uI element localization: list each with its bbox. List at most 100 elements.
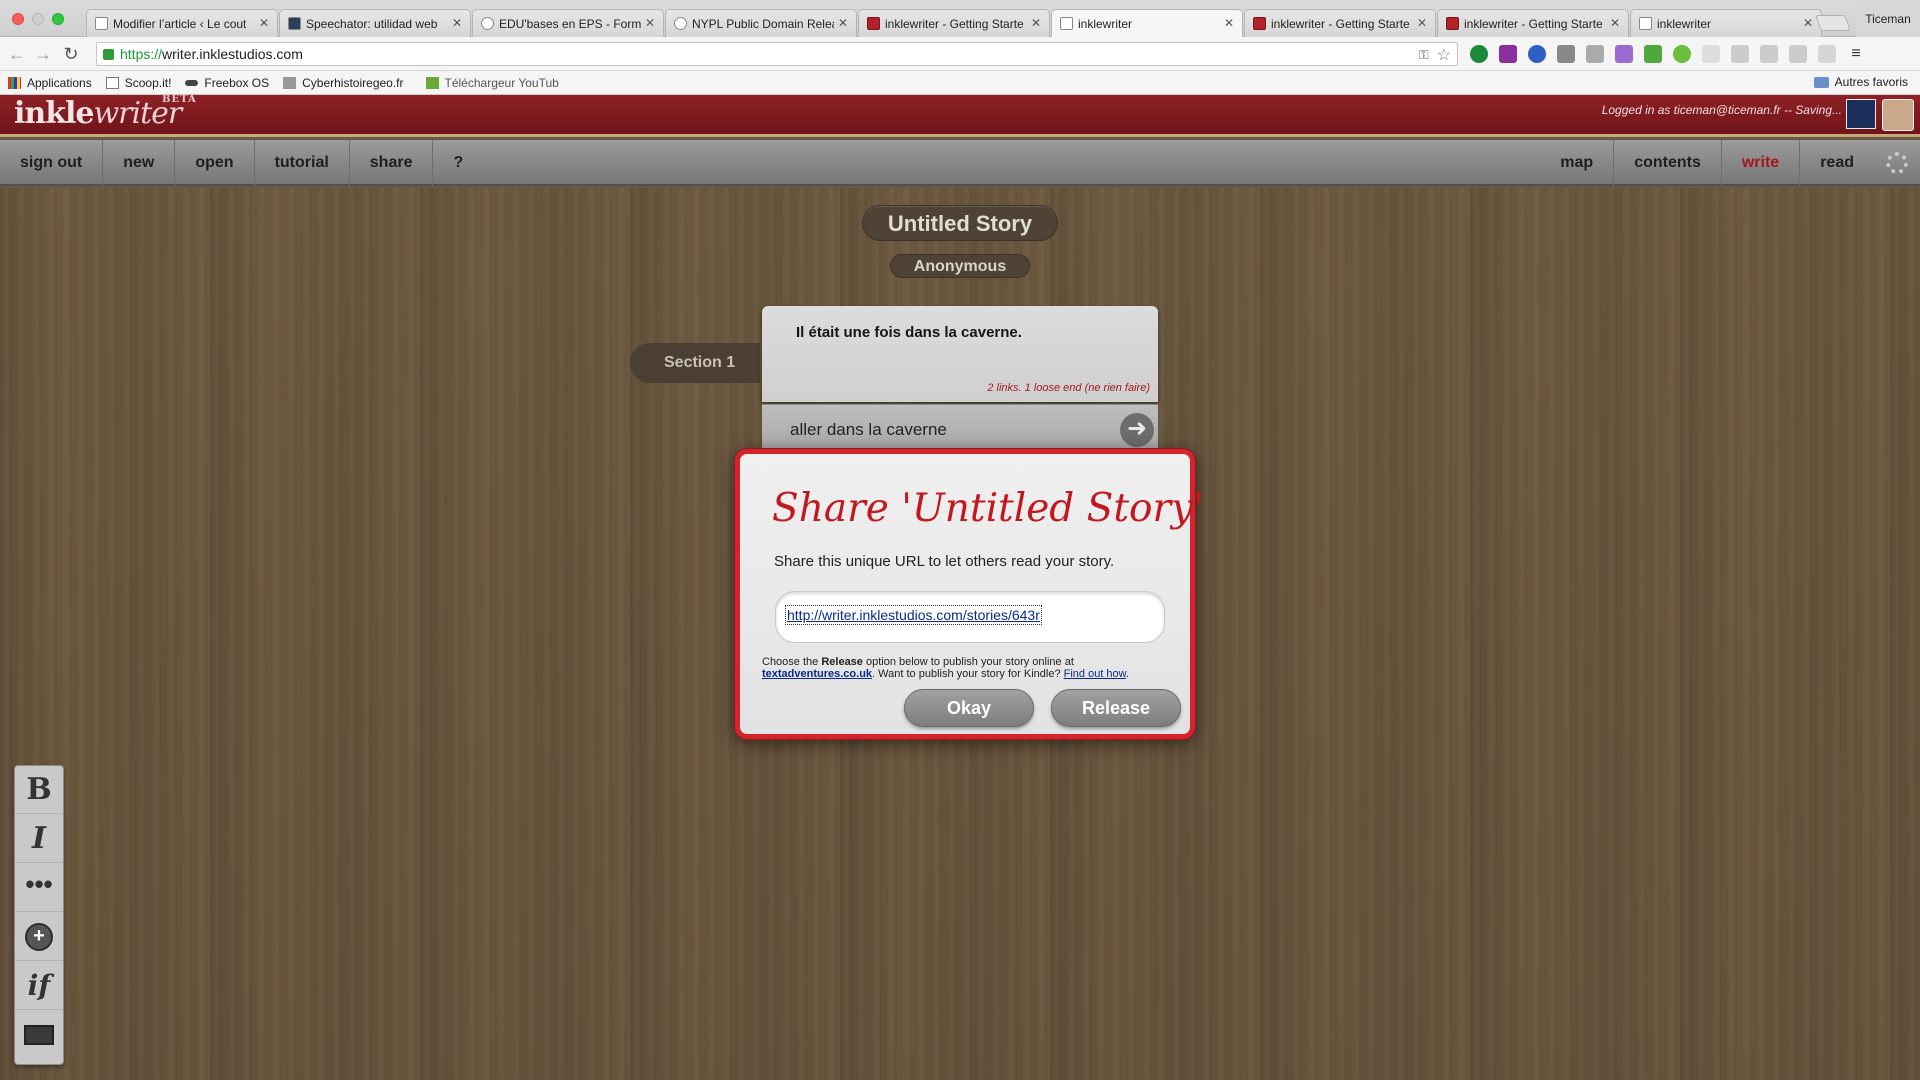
- browser-tab[interactable]: inklewriter ✕: [1630, 9, 1822, 37]
- extension-icon[interactable]: [1789, 45, 1807, 63]
- key-icon[interactable]: ⚿: [1419, 47, 1429, 63]
- share-url-field[interactable]: http://writer.inklestudios.com/stories/6…: [775, 591, 1165, 643]
- menu-new[interactable]: new: [103, 140, 176, 186]
- bookmark-item[interactable]: Téléchargeur YouTub: [425, 76, 559, 90]
- menu-contents[interactable]: contents: [1613, 140, 1721, 186]
- gear-icon[interactable]: [1886, 152, 1908, 174]
- new-tab-button[interactable]: [1815, 15, 1851, 31]
- close-tab-icon[interactable]: ✕: [1224, 17, 1234, 29]
- tab-title: inklewriter - Getting Starte: [885, 16, 1024, 31]
- add-button[interactable]: +: [15, 913, 63, 961]
- close-tab-icon[interactable]: ✕: [1417, 17, 1427, 29]
- extension-icon[interactable]: [1702, 45, 1720, 63]
- menu-left: sign out new open tutorial share ?: [0, 140, 483, 186]
- menu-share[interactable]: share: [350, 140, 434, 186]
- bookmark-item[interactable]: Freebox OS: [185, 76, 269, 90]
- rss-icon[interactable]: [1818, 45, 1836, 63]
- menu-help[interactable]: ?: [433, 140, 483, 186]
- menu-map[interactable]: map: [1540, 140, 1613, 186]
- address-bar[interactable]: https://writer.inklestudios.com ⚿ ☆: [96, 42, 1458, 66]
- close-window-button[interactable]: [12, 13, 24, 25]
- dialog-description: Share this unique URL to let others read…: [774, 553, 1115, 570]
- printer-icon[interactable]: [1644, 45, 1662, 63]
- arrow-right-icon[interactable]: ➜: [1120, 413, 1154, 447]
- browser-tab[interactable]: inklewriter - Getting Starte ✕: [1244, 9, 1436, 37]
- url-host: writer.inklestudios.com: [162, 46, 303, 62]
- cyber-icon: [283, 76, 297, 89]
- okay-button[interactable]: Okay: [904, 689, 1034, 727]
- onenote-icon[interactable]: [1499, 45, 1517, 63]
- browser-tab-active[interactable]: inklewriter ✕: [1051, 9, 1243, 37]
- speechator-icon: [288, 17, 301, 30]
- choice-text[interactable]: aller dans la caverne: [790, 420, 947, 440]
- close-tab-icon[interactable]: ✕: [838, 17, 848, 29]
- image-button[interactable]: [15, 1011, 63, 1059]
- bookmark-item[interactable]: Cyberhistoiregeo.fr: [283, 76, 404, 90]
- close-tab-icon[interactable]: ✕: [1031, 17, 1041, 29]
- close-tab-icon[interactable]: ✕: [452, 17, 462, 29]
- story-title[interactable]: Untitled Story: [862, 205, 1058, 241]
- reload-icon[interactable]: ↻: [60, 43, 82, 65]
- browser-tab[interactable]: Speechator: utilidad web ✕: [279, 9, 471, 37]
- italic-button[interactable]: I: [15, 815, 63, 863]
- profile-button[interactable]: Ticeman: [1856, 0, 1920, 37]
- paragraph-card[interactable]: Il était une fois dans la caverne. 2 lin…: [762, 306, 1158, 402]
- paragraph-meta: 2 links. 1 loose end (ne rien faire): [987, 382, 1150, 394]
- section-label[interactable]: Section 1: [630, 343, 760, 383]
- feather-icon[interactable]: [1615, 45, 1633, 63]
- paragraph-text[interactable]: Il était une fois dans la caverne.: [796, 324, 1022, 341]
- browser-tab[interactable]: NYPL Public Domain Relea ✕: [665, 9, 857, 37]
- nypl-icon: [674, 17, 687, 30]
- inklewriter-logo[interactable]: inklewriter BETA: [14, 94, 196, 131]
- extension-icon[interactable]: [1557, 45, 1575, 63]
- ellipsis-button[interactable]: •••: [15, 864, 63, 912]
- close-tab-icon[interactable]: ✕: [1803, 17, 1813, 29]
- share-url-link[interactable]: http://writer.inklestudios.com/stories/6…: [785, 605, 1042, 625]
- menu-open[interactable]: open: [175, 140, 255, 186]
- textadventures-link[interactable]: textadventures.co.uk: [762, 668, 872, 680]
- menu-read[interactable]: read: [1799, 140, 1874, 186]
- note-text: Choose the: [762, 656, 822, 668]
- menu-tutorial[interactable]: tutorial: [255, 140, 350, 186]
- browser-tab[interactable]: EDU'bases en EPS - Formu ✕: [472, 9, 664, 37]
- bookmark-apps[interactable]: Applications: [8, 76, 92, 90]
- tab-strip: Modifier l’article ‹ Le cout ✕ Speechator…: [86, 9, 1823, 37]
- k-extension-icon[interactable]: [1528, 45, 1546, 63]
- bookmark-item[interactable]: Scoop.it!: [105, 76, 171, 90]
- evernote-icon[interactable]: [1470, 45, 1488, 63]
- bold-button[interactable]: B: [15, 766, 63, 814]
- back-arrow-icon[interactable]: ←: [6, 43, 28, 65]
- future-voices-badge[interactable]: [1846, 99, 1876, 129]
- browser-tab[interactable]: Modifier l’article ‹ Le cout ✕: [86, 9, 278, 37]
- menu-write[interactable]: write: [1720, 140, 1799, 186]
- browser-tab[interactable]: inklewriter - Getting Starte ✕: [1437, 9, 1629, 37]
- avatar[interactable]: [1882, 99, 1914, 131]
- camera-icon[interactable]: [1586, 45, 1604, 63]
- menu-icon[interactable]: ≡: [1847, 45, 1865, 63]
- inkle-icon: [1446, 17, 1459, 30]
- condition-button[interactable]: if: [15, 962, 63, 1010]
- tab-title: inklewriter - Getting Starte: [1464, 16, 1603, 31]
- tab-title: Modifier l’article ‹ Le cout: [113, 16, 247, 31]
- other-bookmarks[interactable]: Autres favoris: [1813, 75, 1908, 89]
- page-icon: [105, 76, 119, 89]
- close-tab-icon[interactable]: ✕: [645, 17, 655, 29]
- release-button[interactable]: Release: [1051, 689, 1181, 727]
- choice-option[interactable]: aller dans la caverne ➜: [762, 404, 1158, 454]
- extension-icon[interactable]: [1731, 45, 1749, 63]
- close-tab-icon[interactable]: ✕: [1610, 17, 1620, 29]
- browser-tab[interactable]: inklewriter - Getting Starte ✕: [858, 9, 1050, 37]
- star-icon[interactable]: ☆: [1437, 45, 1451, 65]
- story-author[interactable]: Anonymous: [890, 254, 1030, 278]
- maximize-window-button[interactable]: [52, 13, 64, 25]
- extension-icon[interactable]: [1760, 45, 1778, 63]
- release-note: Choose the Release option below to publi…: [762, 656, 1182, 680]
- folder-icon: [1813, 76, 1829, 88]
- green-dot-icon[interactable]: [1673, 45, 1691, 63]
- close-tab-icon[interactable]: ✕: [259, 17, 269, 29]
- forward-arrow-icon[interactable]: →: [32, 43, 54, 65]
- find-out-how-link[interactable]: Find out how: [1064, 668, 1126, 680]
- browser-toolbar: ← → ↻ https://writer.inklestudios.com ⚿ …: [0, 37, 1920, 71]
- minimize-window-button[interactable]: [32, 13, 44, 25]
- menu-sign-out[interactable]: sign out: [0, 140, 104, 186]
